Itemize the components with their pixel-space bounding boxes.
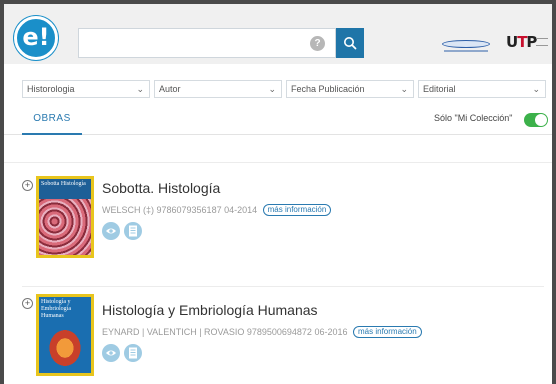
elibro-logo[interactable]: e! [14,16,58,60]
search-button[interactable] [336,28,364,58]
read-button[interactable] [124,222,142,240]
filter-publisher[interactable]: Editorial ⌄ [418,80,546,98]
filter-publisher-label: Editorial [423,84,456,94]
expand-icon[interactable]: + [22,180,33,191]
search-input[interactable] [85,35,307,53]
preview-button[interactable] [102,222,120,240]
filter-subject-label: Historologia [27,84,75,94]
document-icon [129,347,137,359]
book-cover[interactable]: Histología y Embriología Humanas [36,294,94,376]
divider [4,162,552,163]
more-info-button[interactable]: más información [262,204,332,216]
my-collection-label: Sólo "Mi Colección" [434,113,513,123]
chevron-down-icon: ⌄ [532,84,540,94]
read-button[interactable] [124,344,142,362]
filter-date-label: Fecha Publicación [291,84,365,94]
preview-button[interactable] [102,344,120,362]
result-title[interactable]: Histología y Embriología Humanas [102,302,318,318]
help-icon[interactable]: ? [310,36,325,51]
toggle-knob [535,114,547,126]
filter-author-label: Autor [159,84,181,94]
book-cover[interactable]: Sobotta Histología [36,176,94,258]
chevron-down-icon: ⌄ [136,84,144,94]
filter-bar: Historologia ⌄ Autor ⌄ Fecha Publicación… [4,76,552,100]
more-info-button[interactable]: más información [353,326,422,338]
tab-bar: OBRAS Sólo "Mi Colección" [4,103,552,135]
my-collection-toggle[interactable] [524,113,548,127]
chevron-down-icon: ⌄ [268,84,276,94]
search-icon [344,37,357,50]
result-meta: WELSCH (‡) 9786079356187 04-2014 más inf… [102,204,332,216]
filter-date[interactable]: Fecha Publicación ⌄ [286,80,414,98]
search-box: ? [78,28,336,58]
result-meta-text: EYNARD | VALENTICH | ROVASIO 97895006948… [102,327,348,337]
cover-title: Sobotta Histología [39,179,91,199]
result-divider [22,286,544,287]
expand-icon[interactable]: + [22,298,33,309]
utp-logo: UTP [506,32,550,54]
library-logo-icon [440,38,492,56]
tab-obras[interactable]: OBRAS [22,103,82,135]
app-frame: e! ? UTP Historologia ⌄ Autor ⌄ Fecha Pu… [4,0,552,384]
filter-subject[interactable]: Historologia ⌄ [22,80,150,98]
document-icon [129,225,137,237]
chevron-down-icon: ⌄ [400,84,408,94]
result-meta-text: WELSCH (‡) 9786079356187 04-2014 [102,205,258,215]
result-item: + Sobotta Histología Sobotta. Histología… [4,176,552,284]
header: e! ? UTP [4,0,552,64]
cover-title: Histología y Embriología Humanas [41,299,71,319]
eye-icon [106,350,116,356]
result-item: + Histología y Embriología Humanas Histo… [4,294,552,384]
eye-icon [106,228,116,234]
result-meta: EYNARD | VALENTICH | ROVASIO 97895006948… [102,326,422,338]
result-title[interactable]: Sobotta. Histología [102,180,220,196]
filter-author[interactable]: Autor ⌄ [154,80,282,98]
